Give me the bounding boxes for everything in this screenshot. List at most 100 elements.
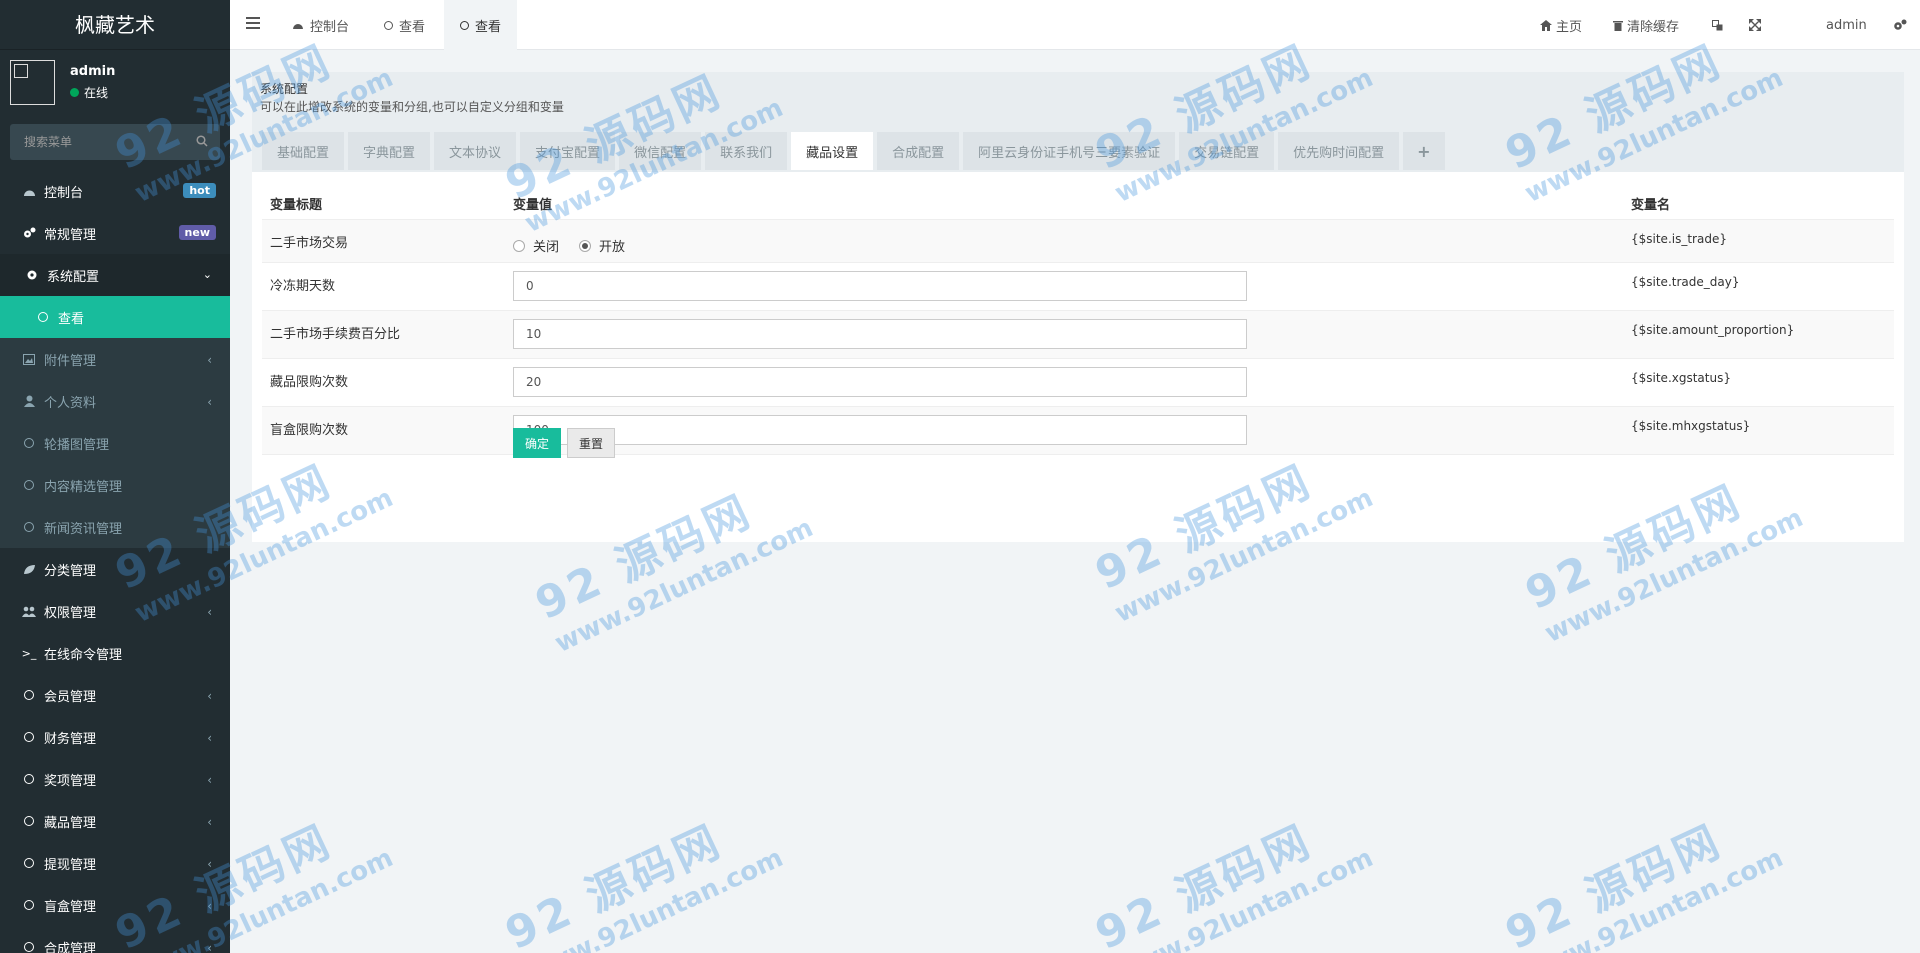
table-row: 二手市场交易 关闭 开放 {$site.is_trade} [262,220,1894,263]
user-menu[interactable]: admin [1826,0,1867,50]
sidebar-item-label: 内容精选管理 [44,479,123,495]
circle-icon [22,436,36,450]
search-input[interactable] [10,124,220,160]
image-icon [22,352,36,366]
sidebar-item-profile[interactable]: 个人资料 ‹ [0,380,230,422]
language-button[interactable] [1712,0,1723,50]
clear-cache-button[interactable]: 清除缓存 [1613,0,1679,50]
users-icon [22,604,36,618]
trade-radio-group: 关闭 开放 [513,236,625,255]
radio-on[interactable] [579,239,592,252]
submit-button[interactable]: 确定 [513,428,562,458]
tab-agreement[interactable]: 文本协议 [434,132,517,170]
row-title: 藏品限购次数 [270,375,349,390]
page-description: 可以在此增改系统的变量和分组,也可以自定义分组和变量 [260,100,564,114]
sidebar-item-members[interactable]: 会员管理 ‹ [0,674,230,716]
config-panel: 系统配置 可以在此增改系统的变量和分组,也可以自定义分组和变量 基础配置 字典配… [252,72,1904,542]
table-row: 盲盒限购次数 {$site.mhxgstatus} [262,407,1894,455]
freeze-days-input[interactable] [513,271,1247,301]
circle-icon [384,20,393,30]
sidebar-item-blindbox[interactable]: 盲盒管理 ‹ [0,884,230,926]
tab-chain[interactable]: 交易链配置 [1179,132,1275,170]
hot-badge: hot [183,183,216,198]
sidebar-item-categories[interactable]: 分类管理 [0,548,230,590]
sidebar-item-attachments[interactable]: 附件管理 ‹ [0,338,230,380]
chevron-left-icon: ‹ [207,941,212,953]
circle-icon [22,940,36,953]
fee-percent-input[interactable] [513,319,1247,349]
online-dot-icon [70,88,79,97]
watermark: 92 源码网 www.92luntan.com [1497,815,1788,953]
radio-off-label[interactable]: 关闭 [533,236,559,255]
table-row: 藏品限购次数 {$site.xgstatus} [262,359,1894,407]
sidebar-item-prizes[interactable]: 奖项管理 ‹ [0,758,230,800]
sidebar-item-label: 奖项管理 [44,773,97,789]
gear-icon [25,268,39,282]
leaf-icon [22,562,36,576]
sidebar-item-system-config[interactable]: 系统配置 ⌄ [0,254,230,296]
sidebar-item-label: 财务管理 [44,731,97,747]
watermark: 92 源码网 www.92luntan.com [1087,815,1378,953]
tab-collection-settings[interactable]: 藏品设置 [791,132,874,170]
sidebar-item-general[interactable]: 常规管理 new [0,212,230,254]
sidebar-item-finance[interactable]: 财务管理 ‹ [0,716,230,758]
tab-alipay[interactable]: 支付宝配置 [520,132,616,170]
sidebar-toggle-icon[interactable] [246,17,260,29]
tab-aliyun-verify[interactable]: 阿里云身份证手机号三要素验证 [963,132,1176,170]
top-navbar: 控制台 查看 查看 主页 清除缓存 admin [230,0,1920,50]
sidebar-item-collections[interactable]: 藏品管理 ‹ [0,800,230,842]
config-table: 变量标题 变量值 变量名 二手市场交易 关闭 开放 {$site.is_trad… [262,182,1894,455]
sidebar-item-banners[interactable]: 轮播图管理 [0,422,230,464]
tab-contact[interactable]: 联系我们 [705,132,788,170]
sidebar-item-synthesis[interactable]: 合成管理 ‹ [0,926,230,953]
sidebar-item-permissions[interactable]: 权限管理 ‹ [0,590,230,632]
sidebar-item-label: 权限管理 [44,605,97,621]
circle-icon [22,478,36,492]
sidebar-item-label: 查看 [58,311,85,327]
chevron-left-icon: ‹ [207,689,212,703]
search-icon[interactable] [196,135,208,147]
dashboard-icon [22,184,36,198]
tab-priority-time[interactable]: 优先购时间配置 [1278,132,1400,170]
header-user-name: admin [1826,17,1867,33]
header-name: 变量名 [1631,198,1671,213]
sidebar-item-command[interactable]: >_ 在线命令管理 [0,632,230,674]
sidebar-item-label: 新闻资讯管理 [44,521,123,537]
tab-wechat[interactable]: 微信配置 [619,132,702,170]
circle-icon [22,814,36,828]
user-status-label: 在线 [84,86,109,100]
chevron-left-icon: ‹ [207,815,212,829]
tab-basic[interactable]: 基础配置 [262,132,345,170]
fullscreen-button[interactable] [1749,0,1761,50]
config-tabs: 基础配置 字典配置 文本协议 支付宝配置 微信配置 联系我们 藏品设置 合成配置… [262,132,1445,170]
tab-label: 查看 [399,19,426,35]
row-title: 二手市场手续费百分比 [270,327,401,342]
sidebar-item-label: 提现管理 [44,857,97,873]
sidebar-item-label: 轮播图管理 [44,437,110,453]
sidebar-item-dashboard[interactable]: 控制台 hot [0,170,230,212]
circle-icon [22,772,36,786]
tab-synthesis[interactable]: 合成配置 [877,132,960,170]
sidebar-item-news[interactable]: 新闻资讯管理 [0,506,230,548]
sidebar-item-withdrawals[interactable]: 提现管理 ‹ [0,842,230,884]
reset-button[interactable]: 重置 [567,428,616,458]
tab-view[interactable]: 查看 [368,0,441,50]
tab-dictionary[interactable]: 字典配置 [348,132,431,170]
user-status: 在线 [70,84,108,101]
tab-view-active[interactable]: 查看 [444,0,518,50]
sidebar-item-view[interactable]: 查看 [0,296,230,338]
radio-on-label[interactable]: 开放 [599,236,625,255]
blindbox-limit-input[interactable] [513,415,1247,445]
radio-off[interactable] [513,239,525,252]
table-row: 二手市场手续费百分比 {$site.amount_proportion} [262,311,1894,359]
sidebar-item-featured[interactable]: 内容精选管理 [0,464,230,506]
app-title[interactable]: 枫藏艺术 [0,0,230,50]
home-icon [1540,19,1552,31]
collection-limit-input[interactable] [513,367,1247,397]
tab-label: 控制台 [310,19,350,35]
settings-button[interactable] [1893,0,1907,50]
home-link[interactable]: 主页 [1540,0,1582,50]
tab-dashboard[interactable]: 控制台 [276,0,365,50]
add-tab-button[interactable]: + [1403,132,1445,170]
sidebar-item-label: 附件管理 [44,353,97,369]
